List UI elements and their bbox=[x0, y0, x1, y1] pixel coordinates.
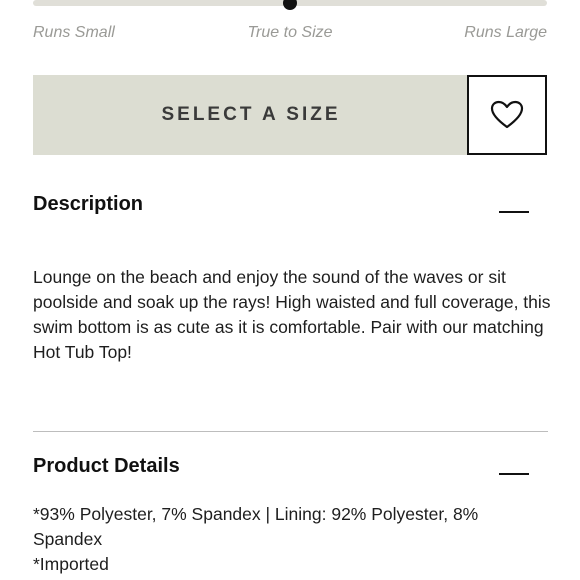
minus-icon[interactable] bbox=[499, 211, 529, 213]
heart-icon bbox=[490, 100, 524, 129]
wishlist-button[interactable] bbox=[467, 75, 547, 155]
fit-label-true-to-size: True to Size bbox=[247, 24, 333, 41]
description-text: Lounge on the beach and enjoy the sound … bbox=[33, 267, 551, 362]
select-size-button[interactable]: SELECT A SIZE bbox=[33, 75, 469, 155]
fit-label-runs-large: Runs Large bbox=[464, 24, 547, 41]
fit-slider-marker bbox=[283, 0, 297, 10]
product-details-header[interactable]: Product Details bbox=[33, 455, 547, 495]
product-details-list: *93% Polyester, 7% Spandex | Lining: 92%… bbox=[33, 502, 533, 577]
description-title: Description bbox=[33, 193, 144, 215]
fit-labels: Runs Small True to Size Runs Large bbox=[33, 24, 547, 48]
fit-slider-track bbox=[33, 0, 547, 10]
description-header[interactable]: Description bbox=[33, 193, 547, 233]
fit-label-runs-small: Runs Small bbox=[33, 24, 115, 41]
minus-icon[interactable] bbox=[499, 473, 529, 475]
product-details-title: Product Details bbox=[33, 455, 180, 477]
product-detail-line: *Imported bbox=[33, 554, 109, 574]
size-action-bar: SELECT A SIZE bbox=[33, 75, 547, 155]
product-detail-line: *93% Polyester, 7% Spandex | Lining: 92%… bbox=[33, 504, 479, 549]
section-divider bbox=[33, 431, 548, 432]
